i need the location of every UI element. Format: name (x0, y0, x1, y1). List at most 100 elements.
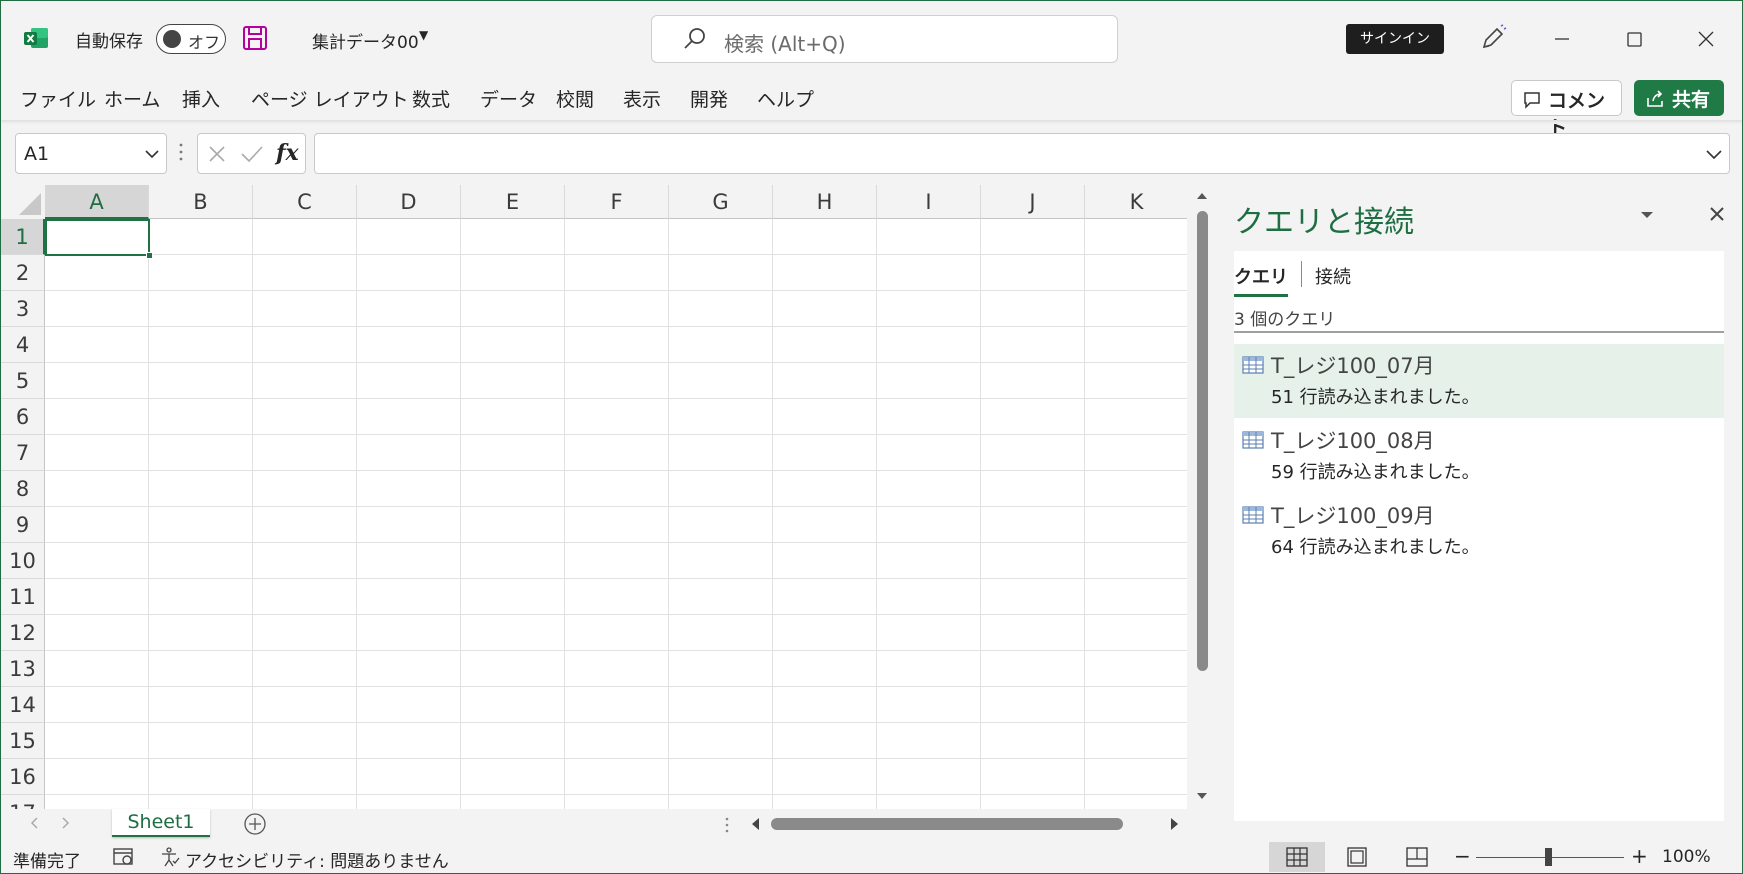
file-name[interactable]: 集計データ00 (312, 28, 419, 53)
tab-help[interactable]: ヘルプ (757, 85, 814, 112)
page-layout-view-button[interactable] (1329, 842, 1385, 872)
close-icon[interactable] (1686, 21, 1726, 57)
row-header[interactable]: 12 (1, 615, 45, 651)
fill-handle[interactable] (146, 252, 153, 259)
search-input[interactable]: 検索 (Alt+Q) (651, 15, 1118, 63)
comment-button[interactable]: コメント (1511, 80, 1622, 139)
row-header[interactable]: 14 (1, 687, 45, 723)
row-header[interactable]: 11 (1, 579, 45, 615)
cancel-icon[interactable] (207, 144, 227, 164)
ribbon-tabs: ファイル ホーム 挿入 ページ レイアウト 数式 データ 校閲 表示 開発 ヘル… (1, 77, 1742, 139)
formula-input[interactable] (314, 133, 1730, 174)
accessibility-status[interactable]: アクセシビリティ: 問題ありません (185, 847, 449, 872)
scroll-right-icon[interactable] (1169, 816, 1181, 832)
save-icon[interactable] (242, 25, 268, 51)
vertical-scrollbar[interactable] (1187, 185, 1217, 809)
tab-connections[interactable]: 接続 (1315, 263, 1351, 289)
tab-page-layout[interactable]: ページ レイアウト (251, 85, 409, 112)
horizontal-scroll-thumb[interactable] (771, 818, 1123, 830)
expand-formula-bar-icon[interactable] (1705, 148, 1723, 160)
close-pane-icon[interactable] (1708, 205, 1726, 223)
maximize-icon[interactable] (1614, 21, 1654, 57)
table-icon (1242, 506, 1264, 524)
zoom-slider-thumb[interactable] (1545, 848, 1552, 866)
pane-options-icon[interactable] (1639, 209, 1655, 221)
zoom-out-button[interactable]: − (1454, 844, 1471, 868)
column-header[interactable]: B (149, 185, 253, 219)
cell-grid[interactable] (45, 219, 1187, 809)
row-header[interactable]: 6 (1, 399, 45, 435)
worksheet-grid[interactable]: A B C D E F G H I J K 1 2 3 4 5 6 7 8 9 … (1, 185, 1187, 809)
scroll-down-icon[interactable] (1195, 791, 1209, 801)
share-button[interactable]: 共有 (1634, 80, 1724, 116)
zoom-level[interactable]: 100% (1662, 847, 1711, 867)
tab-split-handle[interactable] (723, 815, 731, 835)
column-header[interactable]: K (1085, 185, 1187, 219)
autosave-toggle[interactable]: オフ (156, 24, 226, 54)
select-all-button[interactable] (1, 185, 45, 219)
tab-separator (1301, 261, 1302, 287)
row-header[interactable]: 1 (1, 219, 45, 255)
active-cell[interactable] (45, 219, 153, 259)
chevron-down-icon[interactable] (144, 148, 160, 160)
row-header[interactable]: 5 (1, 363, 45, 399)
tab-formulas[interactable]: 数式 (412, 85, 450, 112)
column-header[interactable]: G (669, 185, 773, 219)
tab-file[interactable]: ファイル (20, 85, 96, 112)
tab-home[interactable]: ホーム (104, 85, 160, 112)
name-box-value: A1 (24, 143, 50, 165)
prev-sheet-icon[interactable] (27, 815, 43, 831)
macro-icon[interactable] (112, 847, 136, 867)
add-sheet-icon[interactable] (243, 812, 267, 836)
row-header[interactable]: 8 (1, 471, 45, 507)
row-header[interactable]: 7 (1, 435, 45, 471)
query-item[interactable]: T_レジ100_07月 51 行読み込まれました。 (1234, 344, 1724, 418)
chevron-down-icon[interactable]: ▼ (419, 28, 428, 42)
row-header[interactable]: 16 (1, 759, 45, 795)
sign-in-button[interactable]: サインイン (1346, 24, 1444, 54)
scroll-up-icon[interactable] (1195, 191, 1209, 201)
column-header[interactable]: D (357, 185, 461, 219)
search-placeholder: 検索 (Alt+Q) (724, 32, 846, 56)
column-header[interactable]: F (565, 185, 669, 219)
column-header[interactable]: H (773, 185, 877, 219)
tab-review[interactable]: 校閲 (556, 85, 594, 112)
sheet-tab[interactable]: Sheet1 (112, 809, 210, 837)
column-header[interactable]: A (45, 185, 149, 219)
formula-bar-resize-handle[interactable] (177, 139, 185, 165)
pen-icon[interactable] (1478, 23, 1508, 53)
row-header[interactable]: 10 (1, 543, 45, 579)
row-header[interactable]: 13 (1, 651, 45, 687)
tab-data[interactable]: データ (480, 85, 537, 112)
vertical-scroll-thumb[interactable] (1197, 211, 1208, 671)
row-header[interactable]: 17 (1, 795, 45, 809)
normal-view-button[interactable] (1269, 842, 1325, 872)
column-header[interactable]: I (877, 185, 981, 219)
minimize-icon[interactable] (1542, 21, 1582, 57)
query-status: 51 行読み込まれました。 (1271, 387, 1480, 408)
query-item[interactable]: T_レジ100_09月 64 行読み込まれました。 (1234, 494, 1724, 568)
page-break-view-button[interactable] (1389, 842, 1445, 872)
row-header[interactable]: 2 (1, 255, 45, 291)
row-header[interactable]: 3 (1, 291, 45, 327)
column-header[interactable]: E (461, 185, 565, 219)
query-item[interactable]: T_レジ100_08月 59 行読み込まれました。 (1234, 419, 1724, 493)
tab-queries[interactable]: クエリ (1234, 263, 1288, 297)
share-icon (1647, 90, 1663, 107)
row-header[interactable]: 4 (1, 327, 45, 363)
enter-icon[interactable] (240, 144, 264, 164)
query-name: T_レジ100_08月 (1271, 429, 1435, 453)
tab-developer[interactable]: 開発 (690, 85, 728, 112)
name-box[interactable]: A1 (15, 133, 167, 174)
accessibility-icon[interactable] (159, 846, 181, 868)
row-header[interactable]: 15 (1, 723, 45, 759)
tab-insert[interactable]: 挿入 (182, 85, 220, 112)
row-header[interactable]: 9 (1, 507, 45, 543)
next-sheet-icon[interactable] (57, 815, 73, 831)
column-header[interactable]: C (253, 185, 357, 219)
scroll-left-icon[interactable] (749, 816, 761, 832)
zoom-in-button[interactable]: + (1631, 844, 1648, 868)
column-header[interactable]: J (981, 185, 1085, 219)
insert-function-button[interactable]: fx (276, 140, 299, 166)
tab-view[interactable]: 表示 (623, 85, 661, 112)
